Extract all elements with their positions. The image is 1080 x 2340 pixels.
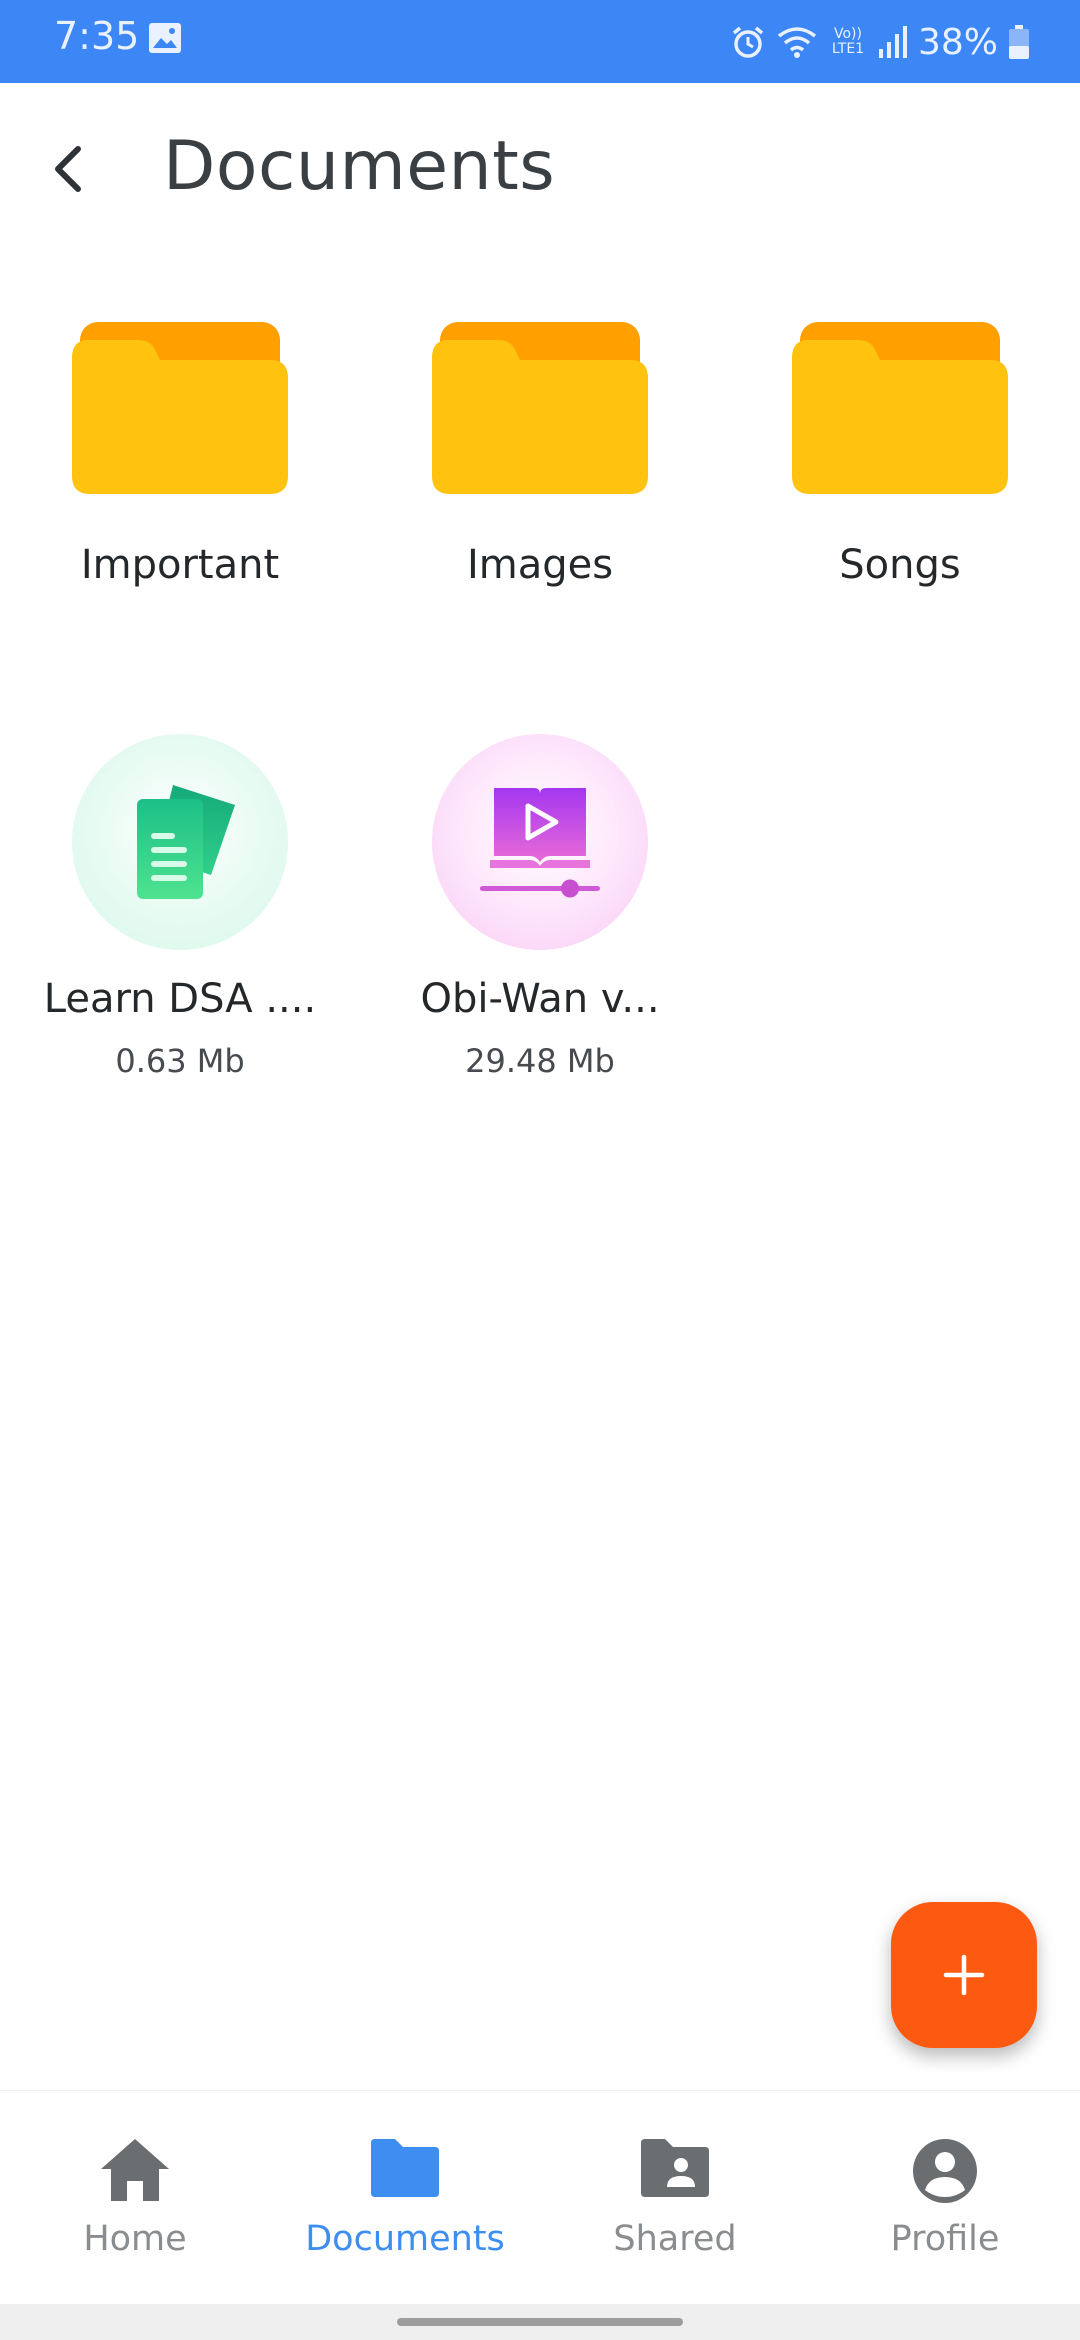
alarm-icon xyxy=(732,26,764,58)
nav-item-shared[interactable]: Shared xyxy=(540,2091,810,2305)
nav-item-profile[interactable]: Profile xyxy=(810,2091,1080,2305)
folder-label: Images xyxy=(466,542,614,588)
file-size: 29.48 Mb xyxy=(465,1042,615,1080)
file-name: Obi-Wan v... xyxy=(420,976,660,1022)
file-size: 0.63 Mb xyxy=(115,1042,245,1080)
nav-label: Documents xyxy=(305,2219,505,2259)
bottom-navigation: Home Documents Shared Profile xyxy=(0,2090,1080,2305)
status-time: 7:35 xyxy=(54,14,140,58)
nav-label: Profile xyxy=(890,2219,1000,2259)
signal-icon xyxy=(878,26,907,58)
file-item-learn-dsa[interactable]: Learn DSA .... 0.63 Mb xyxy=(30,730,330,1090)
file-name: Learn DSA .... xyxy=(43,976,317,1022)
nav-item-home[interactable]: Home xyxy=(0,2091,270,2305)
back-button[interactable] xyxy=(40,133,96,205)
folder-item-important[interactable]: Important xyxy=(30,310,330,610)
shared-folder-icon xyxy=(641,2139,709,2197)
network-type-label: Vo)) LTE1 xyxy=(831,26,865,57)
top-app-bar: Documents xyxy=(0,83,1080,263)
folder-icon xyxy=(432,322,648,494)
folder-item-songs[interactable]: Songs xyxy=(750,310,1050,610)
page-title: Documents xyxy=(163,127,556,206)
status-icons: Vo)) LTE1 38% xyxy=(730,14,1030,70)
video-lesson-icon xyxy=(432,734,648,950)
folder-label: Important xyxy=(80,542,280,588)
nav-label: Shared xyxy=(613,2219,737,2259)
add-button[interactable] xyxy=(891,1902,1037,2048)
home-icon xyxy=(101,2139,169,2201)
wifi-icon xyxy=(777,27,817,58)
gesture-bar xyxy=(0,2304,1080,2340)
nav-label: Home xyxy=(83,2219,187,2259)
file-item-obi-wan[interactable]: Obi-Wan v... 29.48 Mb xyxy=(390,730,690,1090)
folder-icon xyxy=(72,322,288,494)
battery-percent: 38% xyxy=(917,21,998,63)
nav-item-documents[interactable]: Documents xyxy=(270,2091,540,2305)
folder-icon xyxy=(792,322,1008,494)
video-book-icon xyxy=(480,788,600,898)
folder-label: Songs xyxy=(839,542,961,588)
home-indicator[interactable] xyxy=(397,2318,683,2326)
back-arrow-icon xyxy=(55,146,81,192)
folder-item-images[interactable]: Images xyxy=(390,310,690,610)
folder-icon xyxy=(371,2139,439,2197)
gallery-notification-icon xyxy=(149,23,181,53)
document-icon xyxy=(72,734,288,950)
battery-icon xyxy=(1009,25,1029,59)
profile-icon xyxy=(913,2139,977,2203)
status-bar: 7:35 Vo)) LTE1 38% xyxy=(0,0,1080,83)
plus-icon xyxy=(943,1954,985,1996)
document-pages-icon xyxy=(137,785,235,899)
